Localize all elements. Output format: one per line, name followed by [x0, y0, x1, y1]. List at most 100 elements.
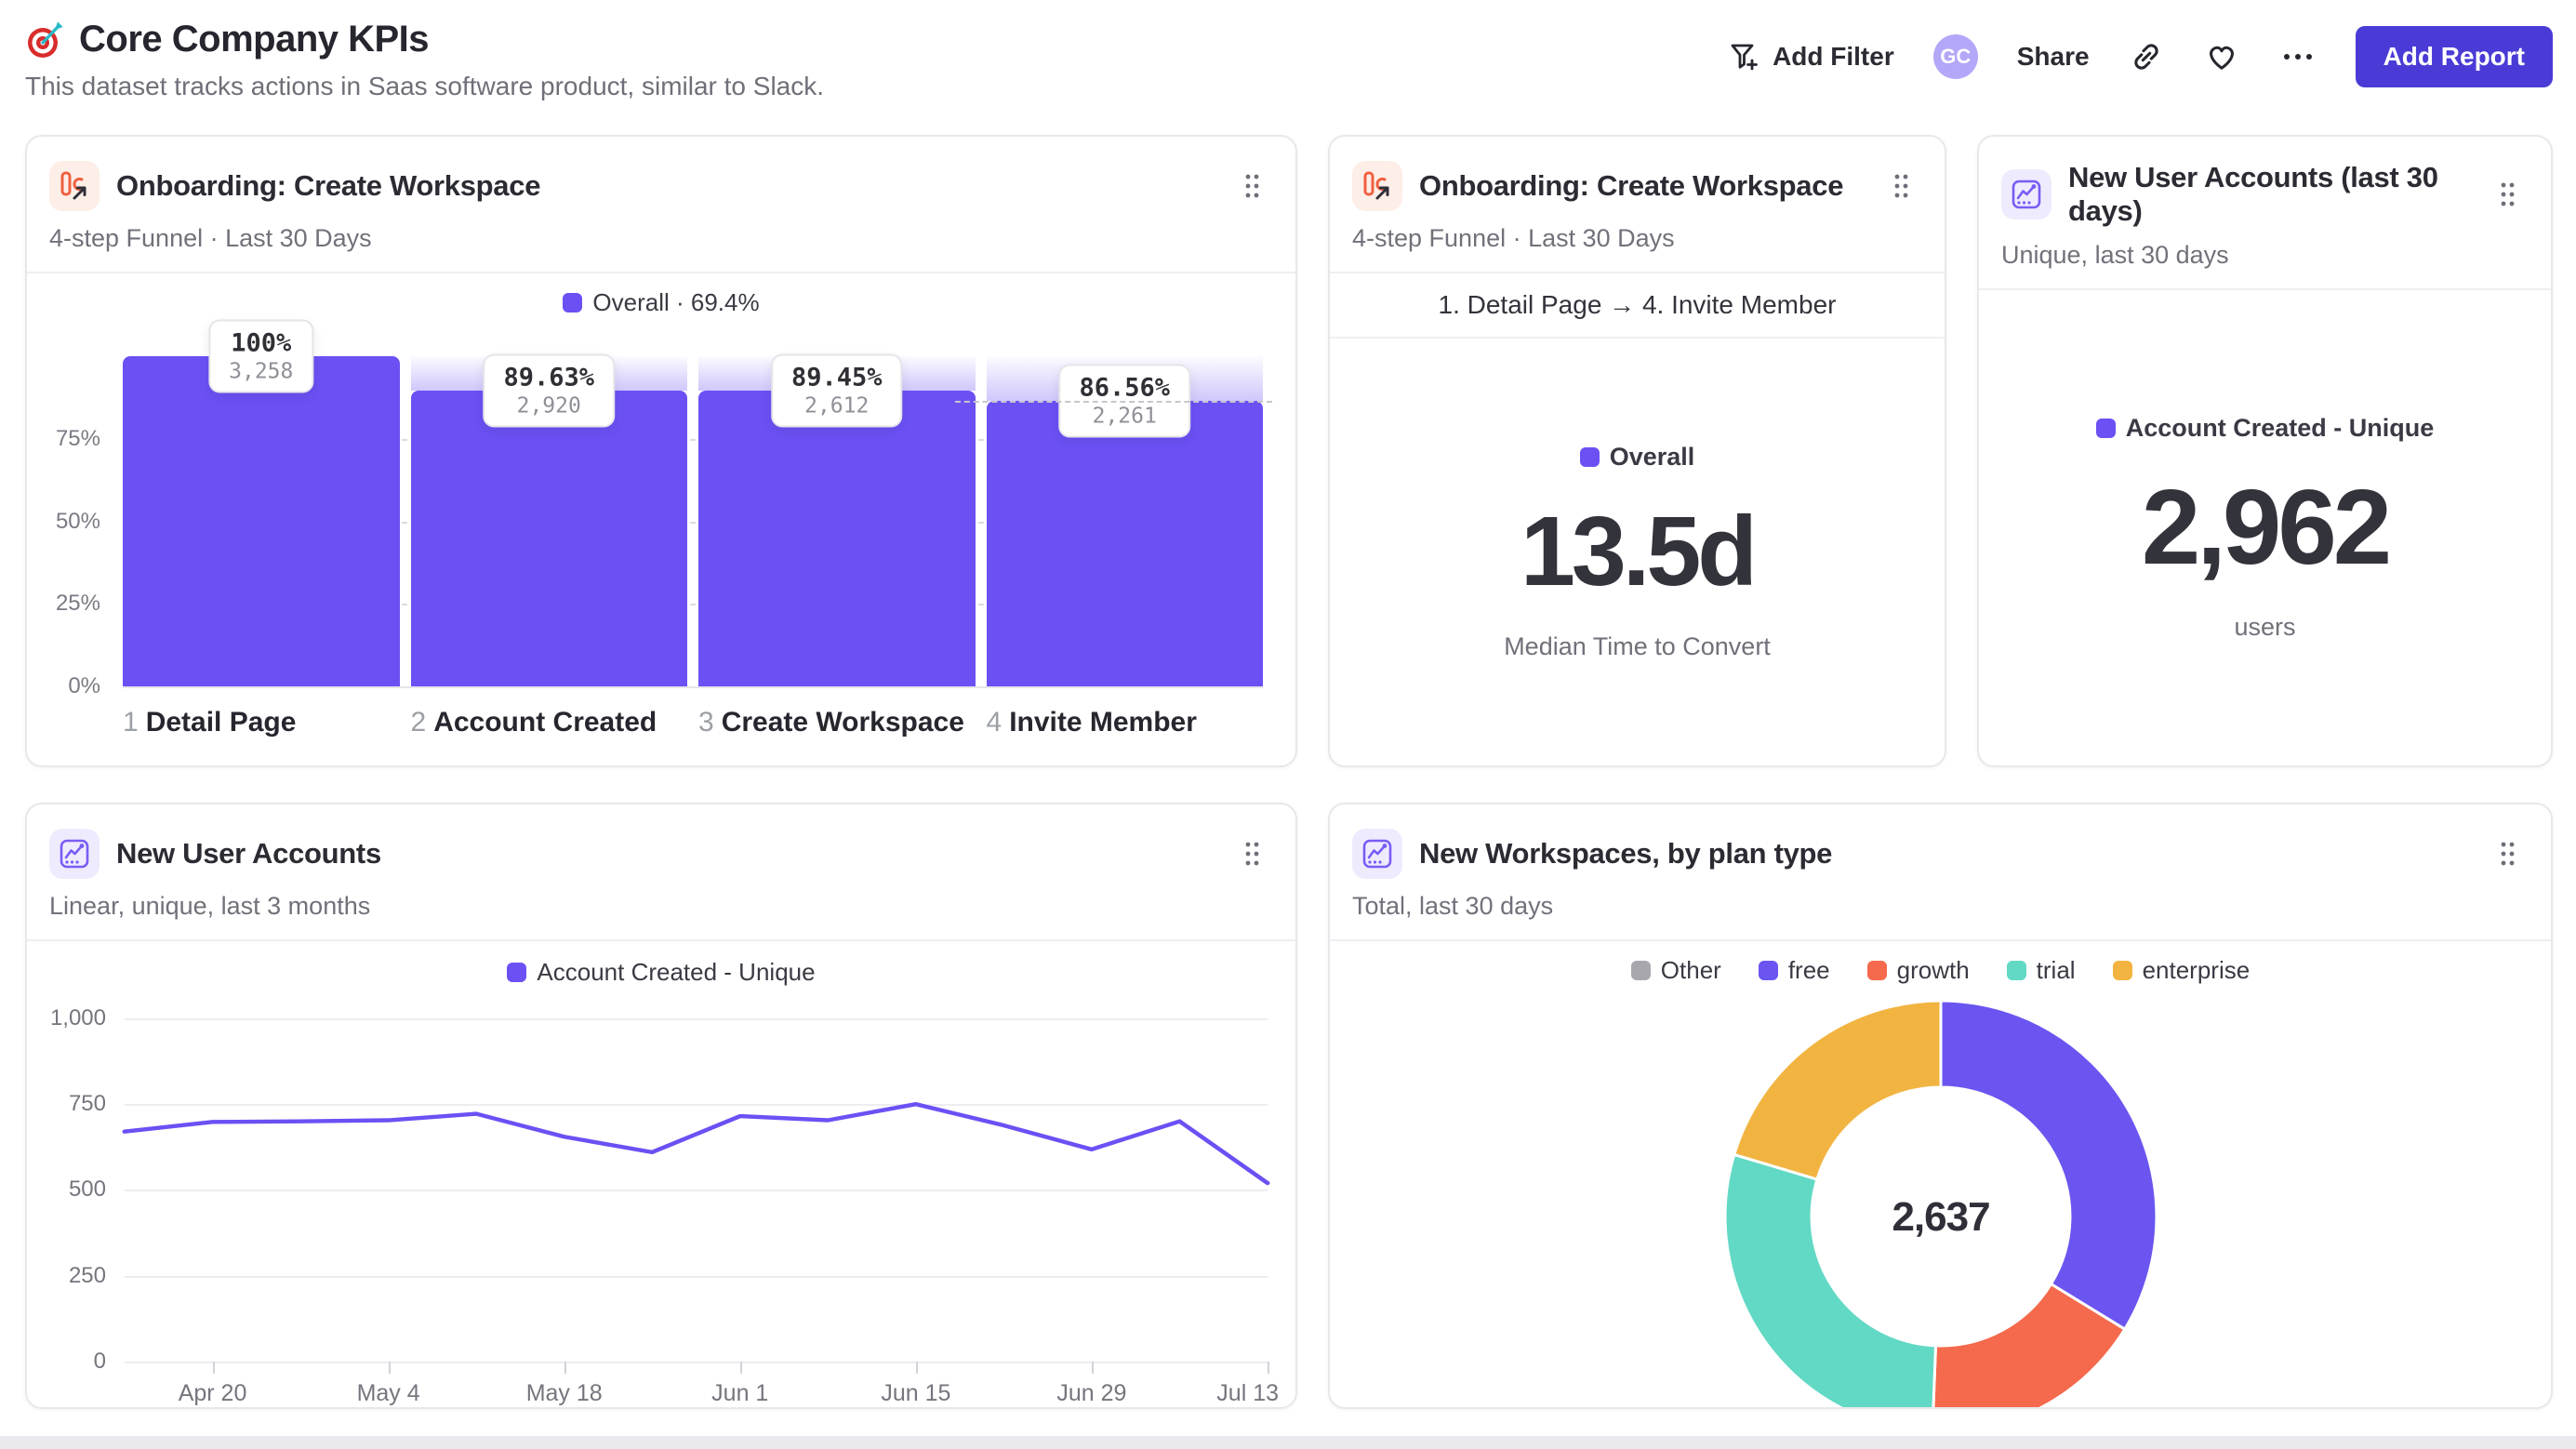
legend-item-overall[interactable]: Overall · 69.4%: [563, 288, 760, 317]
legend-label: enterprise: [2142, 956, 2251, 984]
filter-plus-icon: [1728, 40, 1761, 73]
funnel-step-label: 2 Account Created: [411, 707, 688, 738]
legend-swatch: [1630, 961, 1651, 980]
line-series-svg[interactable]: [122, 1018, 1270, 1362]
funnel-report-icon: [49, 161, 100, 211]
funnel-y-tick-label: 75%: [55, 425, 100, 451]
donut-legend-item-growth[interactable]: growth: [1866, 956, 1970, 985]
insights-chart-icon: [49, 829, 100, 879]
add-filter-button[interactable]: Add Filter: [1728, 40, 1894, 73]
donut-legend-item-free[interactable]: free: [1758, 956, 1830, 985]
line-plot[interactable]: 1,000 750 500 250 0: [50, 1005, 1270, 1374]
funnel-count-label: 3,258: [229, 359, 294, 384]
unique-users-value: 2,962: [2141, 469, 2392, 587]
drag-handle-icon[interactable]: [2493, 175, 2523, 214]
card-onboarding-funnel: Onboarding: Create Workspace 4-step Funn…: [25, 135, 1297, 767]
add-report-button[interactable]: Add Report: [2355, 26, 2553, 87]
x-tick-mark: [1091, 1361, 1094, 1374]
page-title: Core Company KPIs: [79, 19, 430, 60]
line-y-tick-label: 1,000: [49, 1005, 106, 1030]
funnel-bar-slot: 89.45% 2,612: [698, 353, 976, 686]
metric-caption: users: [2234, 613, 2296, 641]
funnel-plot[interactable]: 75% 50% 25% 0% 100% 3,258 89.63% 2,920 89.45% 2,6…: [56, 319, 1272, 698]
card-workspaces-by-plan: New Workspaces, by plan type Total, last…: [1328, 803, 2553, 1409]
legend-swatch: [507, 963, 527, 982]
line-y-tick-label: 750: [68, 1091, 106, 1117]
share-button[interactable]: Share: [2017, 42, 2090, 72]
donut-legend-item-trial[interactable]: trial: [2006, 956, 2076, 985]
line-y-tick-label: 500: [68, 1176, 106, 1203]
funnel-bar-label: 89.63% 2,920: [483, 353, 616, 428]
more-options-icon[interactable]: [2279, 50, 2317, 63]
funnel-step-label: 3 Create Workspace: [698, 707, 976, 738]
step-number: 2: [410, 707, 427, 738]
favorite-heart-icon[interactable]: [2203, 38, 2240, 75]
donut-legend-item-enterprise[interactable]: enterprise: [2112, 956, 2251, 985]
donut-zone: 2,637: [1330, 985, 2551, 1407]
x-tick-mark: [212, 1361, 215, 1374]
funnel-pct-label: 100%: [231, 328, 292, 358]
card-title: New User Accounts: [116, 837, 381, 870]
drag-handle-icon[interactable]: [1887, 166, 1917, 206]
legend-label: Overall · 69.4%: [592, 288, 760, 316]
funnel-step-label: 4 Invite Member: [987, 707, 1264, 738]
funnel-bar[interactable]: [698, 391, 976, 686]
page-bottom-edge: [0, 1436, 2576, 1449]
funnel-pct-label: 89.45%: [790, 363, 883, 392]
funnel-report-icon: [1352, 161, 1402, 211]
legend-item-account-created[interactable]: Account Created - Unique: [2095, 414, 2435, 443]
funnel-count-label: 2,920: [516, 393, 581, 419]
page-subtitle: This dataset tracks actions in Saas soft…: [25, 72, 825, 100]
donut-segment-free[interactable]: [1939, 999, 2158, 1331]
legend-label: growth: [1896, 956, 1970, 984]
card-title: Onboarding: Create Workspace: [1419, 169, 1844, 202]
funnel-bar-label: 100% 3,258: [208, 319, 314, 393]
funnel-bar-slot: 100% 3,258: [123, 319, 400, 686]
drag-handle-icon[interactable]: [2493, 834, 2523, 873]
legend-swatch: [563, 293, 583, 312]
card-subtitle: Unique, last 30 days: [2001, 241, 2229, 269]
drag-handle-icon[interactable]: [1238, 166, 1268, 206]
final-conversion-dashed-line: [954, 400, 1272, 403]
step-name: Invite Member: [1009, 707, 1197, 738]
x-tick-mark: [388, 1361, 391, 1374]
funnel-bar[interactable]: [410, 390, 687, 686]
add-filter-label: Add Filter: [1773, 42, 1894, 71]
card-title: New User Accounts (last 30 days): [2068, 161, 2438, 227]
legend-swatch: [1579, 447, 1600, 467]
legend-item-overall[interactable]: Overall: [1579, 443, 1694, 472]
x-tick-label: Jun 1: [711, 1379, 769, 1406]
line-y-tick-label: 250: [68, 1262, 106, 1288]
x-tick-mark: [915, 1361, 918, 1374]
legend-label: Account Created - Unique: [2125, 414, 2435, 442]
funnel-count-label: 2,612: [804, 393, 870, 419]
avatar[interactable]: GC: [1932, 34, 1978, 79]
funnel-range-label: 1. Detail Page → 4. Invite Member: [1330, 273, 1945, 339]
card-subtitle: Total, last 30 days: [1352, 892, 1554, 920]
legend-swatch: [2095, 419, 2116, 438]
card-subtitle: 4-step Funnel · Last 30 Days: [49, 224, 372, 252]
line-series[interactable]: [122, 1102, 1270, 1186]
legend-label: Account Created - Unique: [537, 958, 816, 986]
funnel-y-tick-label: 25%: [55, 591, 100, 617]
donut-segment-enterprise[interactable]: [1733, 999, 1943, 1181]
funnel-bar[interactable]: [986, 400, 1263, 686]
funnel-bar[interactable]: [123, 356, 400, 686]
donut-legend-item-other[interactable]: Other: [1630, 956, 1721, 985]
card-subtitle: Linear, unique, last 3 months: [49, 892, 371, 920]
legend-swatch: [2006, 961, 2026, 980]
legend-swatch: [1758, 961, 1778, 980]
donut-segment-trial[interactable]: [1723, 1152, 1937, 1409]
link-icon[interactable]: [2129, 39, 2164, 74]
insights-chart-icon: [2001, 169, 2052, 219]
donut-center-value: 2,637: [1892, 1194, 1990, 1240]
card-new-user-accounts-trend: New User Accounts Linear, unique, last 3…: [25, 803, 1297, 1409]
step-number: 4: [986, 707, 1003, 738]
funnel-step-label: 1 Detail Page: [123, 707, 400, 738]
x-tick-label: May 18: [525, 1379, 603, 1406]
funnel-bars: 100% 3,258 89.63% 2,920 89.45% 2,612 86.56% 2,2…: [123, 319, 1263, 686]
drag-handle-icon[interactable]: [1238, 834, 1268, 873]
legend-item-account-created[interactable]: Account Created - Unique: [507, 958, 816, 987]
step-name: Detail Page: [145, 707, 297, 738]
line-xticks: Apr 20 May 4 May 18 Jun 1 Jun 15 Jun 29 Jul 13: [125, 1361, 1279, 1407]
